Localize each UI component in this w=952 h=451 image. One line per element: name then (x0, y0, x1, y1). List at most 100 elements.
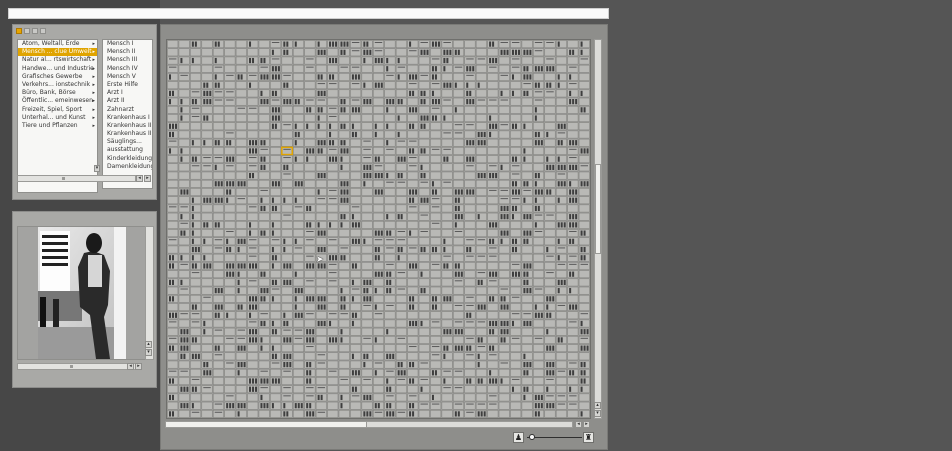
glyph-cell[interactable] (350, 122, 362, 131)
glyph-cell[interactable] (258, 64, 270, 73)
glyph-cell[interactable] (430, 344, 442, 353)
glyph-cell[interactable] (235, 360, 247, 369)
glyph-cell[interactable] (270, 237, 282, 246)
glyph-cell[interactable] (441, 188, 453, 196)
glyph-cell[interactable] (418, 81, 430, 90)
glyph-cell[interactable] (270, 245, 282, 254)
glyph-cell[interactable] (304, 56, 316, 65)
glyph-cell[interactable] (544, 48, 556, 57)
glyph-cell[interactable] (521, 385, 533, 394)
glyph-cell[interactable] (350, 155, 362, 164)
glyph-cell[interactable] (407, 327, 419, 336)
glyph-cell[interactable] (247, 303, 259, 311)
glyph-cell[interactable] (384, 368, 396, 377)
glyph-cell[interactable] (395, 196, 407, 205)
glyph-cell[interactable] (475, 105, 487, 114)
glyph-cell[interactable] (510, 262, 522, 270)
glyph-cell[interactable] (338, 245, 350, 254)
glyph-cell[interactable] (281, 278, 293, 287)
glyph-cell[interactable] (338, 188, 350, 196)
glyph-cell[interactable] (258, 155, 270, 164)
glyph-cell[interactable] (510, 179, 522, 188)
glyph-cell[interactable] (487, 327, 499, 336)
glyph-cell[interactable] (418, 286, 430, 295)
glyph-cell[interactable] (247, 344, 259, 353)
glyph-cell[interactable] (441, 97, 453, 106)
glyph-cell[interactable] (384, 253, 396, 262)
zoom-slider[interactable]: ♟ ♜ (513, 432, 599, 444)
glyph-cell[interactable] (201, 155, 213, 164)
glyph-cell[interactable] (190, 163, 202, 172)
glyph-cell[interactable] (555, 163, 567, 172)
glyph-cell[interactable] (224, 245, 236, 254)
glyph-cell[interactable] (498, 262, 510, 270)
glyph-cell[interactable] (258, 245, 270, 254)
glyph-cell[interactable] (178, 410, 190, 418)
glyph-cell[interactable] (475, 336, 487, 344)
glyph-cell[interactable] (224, 352, 236, 361)
glyph-cell[interactable] (510, 196, 522, 205)
glyph-cell[interactable] (498, 155, 510, 164)
glyph-cell[interactable] (418, 64, 430, 73)
glyph-cell[interactable] (487, 368, 499, 377)
minimize-button-icon[interactable] (24, 28, 30, 34)
glyph-cell[interactable] (407, 122, 419, 131)
glyph-cell[interactable] (498, 286, 510, 295)
glyph-cell[interactable] (327, 385, 339, 394)
glyph-cell[interactable] (567, 204, 579, 213)
grid-horizontal-scrollbar[interactable] (165, 421, 573, 428)
glyph-cell[interactable] (293, 253, 304, 262)
glyph-cell[interactable] (190, 155, 202, 164)
glyph-cell[interactable] (304, 237, 316, 246)
glyph-cell[interactable] (361, 311, 373, 320)
glyph-cell[interactable] (315, 352, 327, 361)
glyph-cell[interactable] (430, 155, 442, 164)
glyph-cell[interactable] (293, 377, 304, 385)
glyph-cell[interactable] (567, 327, 579, 336)
scroll-thumb[interactable] (70, 365, 73, 368)
glyph-cell[interactable] (167, 138, 179, 147)
glyph-cell[interactable] (247, 48, 259, 57)
glyph-cell[interactable] (190, 204, 202, 213)
glyph-cell[interactable] (373, 64, 384, 73)
category-item[interactable]: Öffentlic... emeinwesen ▸ (18, 97, 97, 105)
glyph-cell[interactable] (327, 368, 339, 377)
glyph-cell[interactable] (475, 327, 487, 336)
glyph-cell[interactable] (201, 336, 213, 344)
glyph-cell[interactable] (395, 105, 407, 114)
glyph-cell[interactable] (418, 237, 430, 246)
glyph-cell[interactable] (304, 138, 316, 147)
subcategory-item[interactable]: Erste Hilfe (103, 81, 152, 89)
glyph-cell[interactable] (544, 336, 556, 344)
glyph-cell[interactable] (430, 237, 442, 246)
glyph-cell[interactable] (521, 245, 533, 254)
glyph-cell[interactable] (453, 122, 464, 131)
glyph-cell[interactable] (475, 89, 487, 98)
glyph-cell[interactable] (453, 163, 464, 172)
glyph-cell[interactable] (270, 73, 282, 81)
glyph-cell[interactable] (373, 352, 384, 361)
glyph-cell[interactable] (521, 229, 533, 237)
glyph-cell[interactable] (190, 393, 202, 402)
glyph-cell[interactable] (487, 64, 499, 73)
glyph-cell[interactable] (190, 377, 202, 385)
glyph-cell[interactable] (338, 138, 350, 147)
glyph-cell[interactable] (578, 212, 590, 221)
glyph-cell[interactable] (235, 138, 247, 147)
glyph-cell[interactable] (178, 138, 190, 147)
glyph-cell[interactable] (293, 410, 304, 418)
glyph-cell[interactable] (441, 204, 453, 213)
glyph-cell[interactable] (395, 40, 407, 48)
glyph-cell[interactable] (453, 229, 464, 237)
glyph-cell[interactable] (167, 401, 179, 410)
category-item[interactable]: Freizeit, Spiel, Sport ▸ (18, 106, 97, 114)
glyph-cell[interactable] (441, 344, 453, 353)
glyph-cell[interactable] (453, 360, 464, 369)
category-item[interactable]: Handwe... und Industrie ▸ (18, 65, 97, 73)
glyph-cell[interactable] (395, 204, 407, 213)
glyph-cell[interactable] (544, 385, 556, 394)
glyph-cell[interactable] (258, 360, 270, 369)
glyph-cell[interactable] (350, 393, 362, 402)
glyph-cell[interactable] (544, 229, 556, 237)
glyph-cell[interactable] (281, 179, 293, 188)
